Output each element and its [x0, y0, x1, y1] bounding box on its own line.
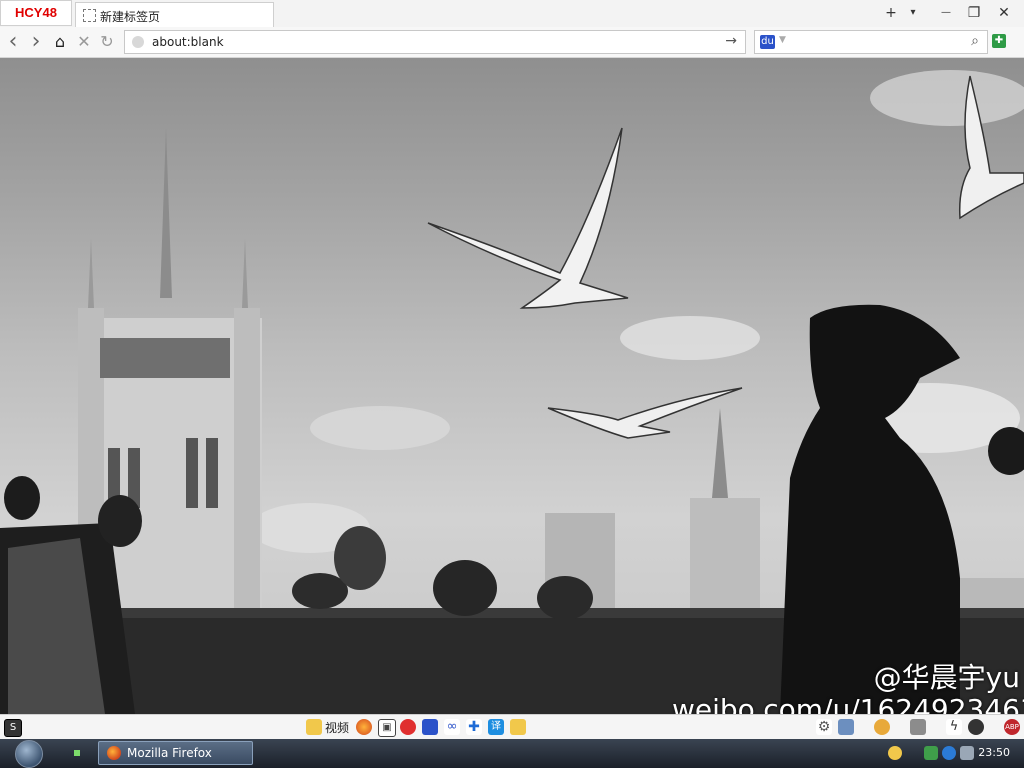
face-icon[interactable] [874, 719, 890, 735]
search-icon[interactable]: ⌕ [971, 33, 979, 49]
address-bar[interactable]: about:blank → [124, 30, 746, 54]
firefox-icon[interactable] [356, 719, 372, 735]
lightning-icon[interactable]: ϟ [946, 719, 962, 735]
folder-icon[interactable] [306, 719, 322, 735]
firefox-icon [107, 746, 121, 760]
video-link[interactable]: 视频 [325, 719, 349, 736]
weibo-icon[interactable] [400, 719, 416, 735]
gear-icon[interactable]: ⚙ [816, 719, 832, 735]
puzzle-icon[interactable]: ✚ [466, 719, 482, 735]
link-icon[interactable]: ∞ [444, 719, 460, 735]
clock[interactable]: 23:50 [978, 746, 1010, 759]
search-box[interactable]: du ▼ ⌕ [754, 30, 988, 54]
status-s-icon[interactable]: S [4, 719, 22, 737]
tray-volume-icon[interactable] [960, 746, 974, 760]
baidu-search-engine-icon[interactable]: du [760, 35, 775, 49]
watermark-handle: @华晨宇yu [873, 661, 1020, 694]
photo [0, 70, 1024, 714]
taskbar: Mozilla Firefox 23:50 [0, 739, 1024, 768]
go-button[interactable]: → [725, 33, 737, 49]
address-text: about:blank [152, 35, 224, 49]
adblock-icon[interactable]: ABP [1004, 719, 1020, 735]
tab-new-tab[interactable]: 新建标签页 [75, 2, 274, 27]
globe-icon [132, 36, 144, 48]
watermark-url: weibo.com/u/1624923463 [672, 693, 1024, 714]
addon-icon[interactable]: ✚ [992, 34, 1006, 48]
show-desktop-button[interactable] [74, 750, 80, 756]
home-button[interactable]: ⌂ [50, 32, 70, 52]
close-button[interactable]: ✕ [993, 3, 1015, 23]
baidu-icon[interactable] [422, 719, 438, 735]
reload-button[interactable]: ↻ [97, 32, 117, 52]
page-content: @华晨宇yu weibo.com/u/1624923463 [0, 58, 1024, 714]
title-bar: HCY48 新建标签页 + ▾ — ❐ ✕ [0, 0, 1024, 28]
addon-bar: S 视频 ▣ ∞ ✚ 译 ⚙ ϟ ABP [0, 714, 1024, 740]
tab-list-button[interactable]: ▾ [902, 3, 924, 23]
navigation-toolbar: ‹ › ⌂ ✕ ↻ about:blank → du ▼ ⌕ ✚ [0, 27, 1024, 58]
app-menu-button[interactable]: HCY48 [0, 0, 72, 26]
globe-icon[interactable] [968, 719, 984, 735]
tray-network-icon[interactable] [924, 746, 938, 760]
minimize-button[interactable]: — [935, 3, 957, 23]
tools-icon[interactable] [838, 719, 854, 735]
tv-icon[interactable]: ▣ [378, 719, 396, 737]
tray-qq-icon[interactable] [888, 746, 902, 760]
forward-button[interactable]: › [26, 31, 46, 53]
translate-icon[interactable]: 译 [488, 719, 504, 735]
plugin-icon[interactable] [910, 719, 926, 735]
tray-ie-icon[interactable] [942, 746, 956, 760]
taskbar-item-firefox[interactable]: Mozilla Firefox [98, 741, 253, 765]
new-tab-button[interactable]: + [880, 3, 902, 23]
back-button[interactable]: ‹ [3, 31, 23, 53]
tab-title: 新建标签页 [100, 10, 161, 24]
restore-button[interactable]: ❐ [963, 3, 985, 23]
chevron-down-icon[interactable]: ▼ [779, 35, 786, 45]
start-button[interactable] [15, 740, 43, 768]
page-icon [83, 9, 96, 22]
stop-button[interactable]: ✕ [74, 32, 94, 52]
folder-icon[interactable] [510, 719, 526, 735]
window-title: Mozilla Firefox [127, 746, 212, 760]
